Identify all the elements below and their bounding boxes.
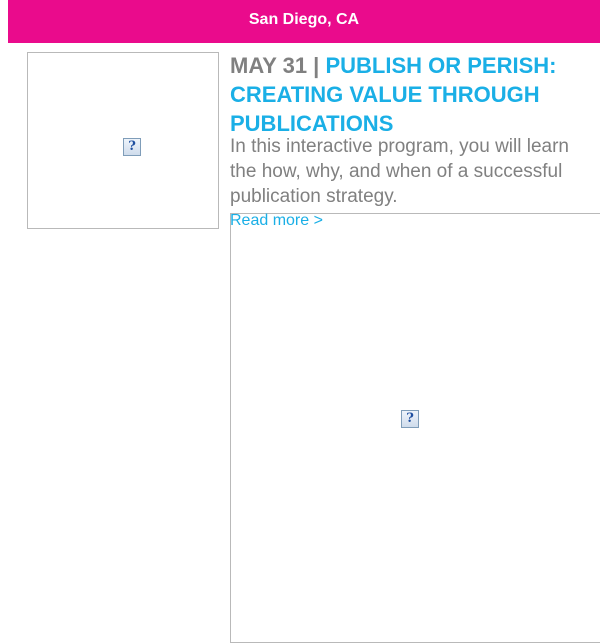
location-label: San Diego, CA <box>248 11 360 28</box>
event-banner-image[interactable] <box>230 213 600 643</box>
event-description: In this interactive program, you will le… <box>230 136 569 207</box>
broken-image-icon <box>123 138 141 156</box>
event-date: MAY 31 | <box>230 53 326 78</box>
location-banner: San Diego, CA <box>8 0 600 43</box>
event-thumbnail[interactable] <box>27 52 219 229</box>
broken-image-icon <box>401 410 419 428</box>
read-more-link[interactable]: Read more > <box>230 211 323 231</box>
event-headline: MAY 31 | PUBLISH OR PERISH: CREATING VAL… <box>230 51 600 138</box>
